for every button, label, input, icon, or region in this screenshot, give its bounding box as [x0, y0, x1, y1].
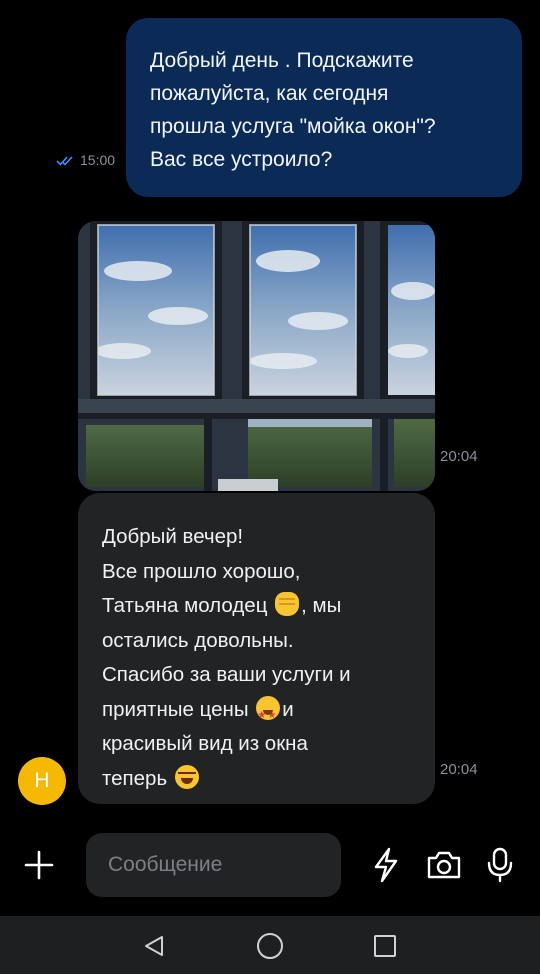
fist-emoji-icon — [275, 592, 300, 616]
incoming-text: и — [282, 697, 294, 721]
incoming-line: Добрый вечер! — [102, 525, 244, 548]
incoming-line: остались довольны. — [102, 628, 294, 652]
photo-message[interactable] — [78, 221, 435, 491]
window-view-image — [78, 221, 435, 491]
camera-icon[interactable] — [425, 846, 463, 884]
incoming-line: Все прошло хорошо, — [102, 559, 301, 583]
home-icon[interactable] — [257, 933, 283, 959]
outgoing-line: Добрый день . Подскажите — [150, 49, 414, 72]
outgoing-line: Вас все устроило? — [150, 148, 333, 171]
incoming-text: приятные цены — [102, 697, 255, 721]
incoming-text: теперь — [102, 766, 173, 790]
incoming-line: теперь — [102, 762, 415, 797]
avatar[interactable]: Н — [18, 757, 66, 805]
double-check-icon — [56, 156, 73, 166]
outgoing-meta: 15:00 — [56, 152, 115, 168]
outgoing-line: пожалуйста, как сегодня — [150, 82, 389, 105]
lightning-icon[interactable] — [370, 846, 402, 884]
incoming-text: , мы — [301, 594, 342, 617]
incoming-text: Татьяна молодец — [102, 594, 274, 617]
plus-icon[interactable] — [22, 848, 56, 882]
microphone-icon[interactable] — [484, 846, 516, 884]
message-placeholder: Сообщение — [108, 853, 223, 876]
laughing-emoji-icon — [174, 764, 199, 789]
star-struck-emoji-icon — [256, 695, 281, 733]
outgoing-line: прошла услуга "мойка окон"? — [150, 115, 436, 138]
chat-area: 15:00 Добрый день . Подскажите пожалуйст… — [0, 0, 540, 916]
recents-icon[interactable] — [374, 935, 396, 957]
outgoing-message[interactable]: Добрый день . Подскажите пожалуйста, как… — [126, 18, 522, 197]
message-input[interactable]: Сообщение — [86, 833, 341, 897]
back-icon[interactable] — [142, 935, 166, 957]
incoming-time: 20:04 — [440, 761, 478, 778]
incoming-line: Татьяна молодец , мы — [102, 589, 415, 624]
outgoing-time: 15:00 — [80, 152, 116, 168]
incoming-line: приятные цены и — [102, 693, 415, 733]
incoming-message[interactable]: Добрый вечер! Все прошло хорошо, Татьяна… — [78, 493, 435, 804]
incoming-line: Спасибо за ваши услуги и — [102, 663, 351, 686]
photo-time: 20:04 — [440, 448, 478, 465]
